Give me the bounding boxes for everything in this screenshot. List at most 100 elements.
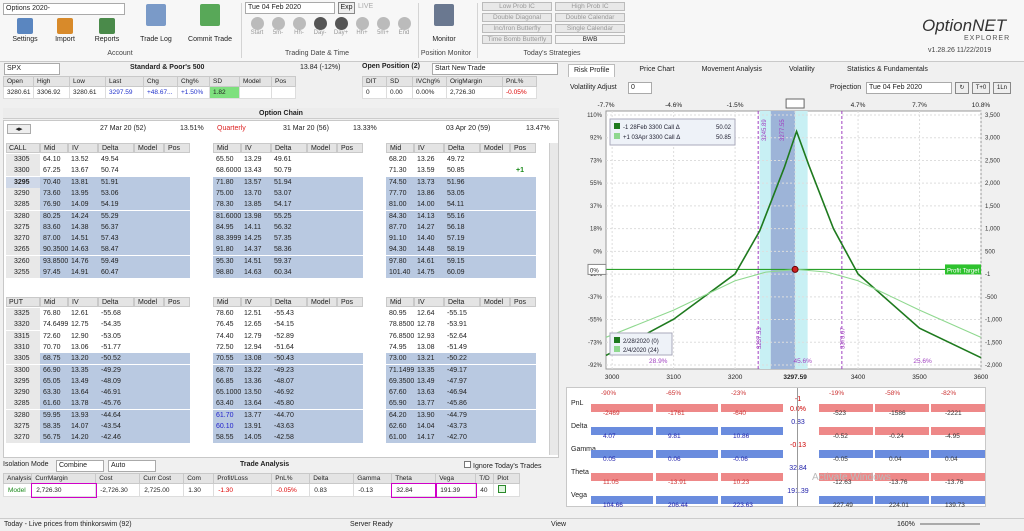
nav-label: 5m+ (377, 30, 389, 36)
tab-risk-profile[interactable]: Risk Profile (568, 64, 616, 77)
nav-day-button[interactable]: Day- (311, 17, 329, 36)
settings-button[interactable]: Settings (10, 18, 40, 43)
chain-cell: 14.25 (241, 233, 271, 245)
chain-model-cell (307, 165, 337, 177)
chain-model-cell (307, 210, 337, 222)
isolation-select[interactable]: Combine (56, 460, 104, 472)
logo: OptionNET (922, 16, 1007, 35)
oneln-button[interactable]: 1Ln (993, 82, 1011, 94)
chain-cell: 58.36 (271, 244, 307, 256)
chain-pos-cell (337, 267, 363, 278)
nav-arrow-icon (376, 17, 390, 30)
chain-model-cell (307, 421, 337, 432)
greek-right-value: 139.73 (945, 502, 965, 509)
quote-cell: +48.67... (143, 86, 178, 99)
strategy-bwb-button[interactable]: BWB (555, 35, 625, 44)
auto-select[interactable]: Auto (108, 460, 156, 472)
x-tick: 3100 (666, 374, 681, 381)
symbol-field[interactable]: SPX (4, 63, 60, 75)
band-label: 3277.55 (780, 119, 786, 141)
chain-scrollbar[interactable] (549, 143, 558, 455)
nav-hh-button[interactable]: Hh- (290, 17, 308, 36)
position-cell: 0 (362, 86, 387, 99)
legend2-label: 2/4/2020 (24) (623, 348, 659, 354)
trade-date-field[interactable]: Tue 04 Feb 2020 (245, 2, 335, 14)
y-right-tick: 2,000 (985, 181, 1001, 187)
chain-cell: -50.43 (271, 353, 307, 365)
chain-model-cell (307, 353, 337, 365)
chain-cell: -52.89 (271, 330, 307, 342)
nav-label: Hh+ (356, 30, 368, 36)
chain-cell: 74.64999 (40, 319, 72, 331)
vol-adjust-input[interactable]: 0 (628, 82, 652, 94)
ignore-trades-checkbox[interactable]: Ignore Today's Trades (464, 461, 542, 470)
chain-cell: 74.40 (213, 330, 241, 342)
position-cell: 0.00% (412, 86, 447, 99)
reports-button[interactable]: Reports (90, 18, 124, 43)
nav-5m-button[interactable]: 5m+ (374, 17, 392, 36)
trade-select[interactable]: Options 2020- (3, 3, 125, 15)
nav-day-button[interactable]: Day+ (332, 17, 350, 36)
monitor-button[interactable]: Monitor (426, 4, 462, 43)
chain-cell: 84.30 (386, 210, 414, 222)
zoom-slider[interactable] (920, 523, 980, 525)
chain-pos-cell (164, 233, 190, 245)
strategy-high-prob-ic-button[interactable]: High Prob IC (555, 2, 625, 11)
greek-left-value: 104.66 (603, 502, 623, 509)
chain-cell: 13.64 (68, 387, 98, 399)
exp-button[interactable]: Exp (338, 2, 355, 14)
strategy-inc-iron-butterfly-button[interactable]: Inc/Iron Butterfly (482, 24, 552, 33)
strategy-single-calendar-button[interactable]: Single Calendar (555, 24, 625, 33)
nav-hh-button[interactable]: Hh+ (353, 17, 371, 36)
legend-swatch (614, 133, 620, 139)
refresh-button[interactable]: ↻ (955, 82, 969, 94)
chain-col-header: Delta (271, 297, 307, 307)
prev-expiry-button[interactable]: ◂▸ (7, 124, 31, 134)
greek-left-bar (656, 450, 718, 458)
commit-trade-button[interactable]: Commit Trade (182, 4, 238, 43)
tab-statistics---fundamentals[interactable]: Statistics & Fundamentals (842, 64, 933, 77)
strategy-low-prob-ic-button[interactable]: Low Prob IC (482, 2, 552, 11)
chain-model-cell (134, 432, 164, 444)
greek-row-label: Vega (571, 492, 587, 499)
y-left-tick: 73% (590, 158, 603, 164)
strategy-time-bomb-butterfly-button[interactable]: Time Bomb Butterfly (482, 35, 552, 44)
y-left-tick: 0% (593, 249, 602, 255)
strike-cell: 3270 (6, 233, 40, 245)
nav-5m-button[interactable]: 5m- (269, 17, 287, 36)
chain-cell: 61.00 (386, 432, 414, 444)
projection-date[interactable]: Tue 04 Feb 2020 (866, 82, 952, 94)
chain-cell: 51.91 (98, 176, 134, 188)
strategy-double-diagonal-button[interactable]: Double Diagonal (482, 13, 552, 22)
strike-cell: 3300 (6, 364, 40, 376)
tab-price-chart[interactable]: Price Chart (634, 64, 679, 77)
risk-profile-chart[interactable]: 110%92%73%55%37%18%0%-18%-37%-55%-73%-92… (566, 97, 1024, 387)
plot-checkbox[interactable] (498, 485, 507, 493)
greek-left-bar (591, 404, 653, 412)
trade-log-button[interactable]: Trade Log (134, 4, 178, 43)
strategy-double-calendar-button[interactable]: Double Calendar (555, 13, 625, 22)
chain-pos-cell (164, 432, 190, 444)
new-trade-select[interactable]: Start New Trade (432, 63, 558, 75)
chain-model-cell (134, 187, 164, 199)
chain-model-cell (480, 233, 510, 245)
greek-left-value: -2469 (603, 410, 620, 417)
import-button[interactable]: Import (50, 18, 80, 43)
position-cell: -0.05% (502, 86, 537, 99)
chain-cell: 59.49 (98, 255, 134, 267)
profit-target-label: Profit Target (947, 268, 980, 274)
tab-movement-analysis[interactable]: Movement Analysis (697, 64, 767, 77)
chain-cell: 14.17 (414, 432, 444, 444)
nav-end-button[interactable]: End (395, 17, 413, 36)
quote-cell: 3297.59 (105, 86, 144, 99)
nav-start-button[interactable]: Start (248, 17, 266, 36)
tplus-button[interactable]: T+0 (972, 82, 990, 94)
greek-right-value: -0.52 (833, 433, 848, 440)
chain-model-cell (307, 267, 337, 278)
chain-cell: -44.79 (444, 409, 480, 421)
greek-left-bar (721, 473, 783, 481)
greek-row-label: Delta (571, 423, 588, 430)
chain-model-cell (134, 421, 164, 432)
chain-cell: 62.60 (386, 421, 414, 432)
tab-volatility[interactable]: Volatility (784, 64, 820, 77)
